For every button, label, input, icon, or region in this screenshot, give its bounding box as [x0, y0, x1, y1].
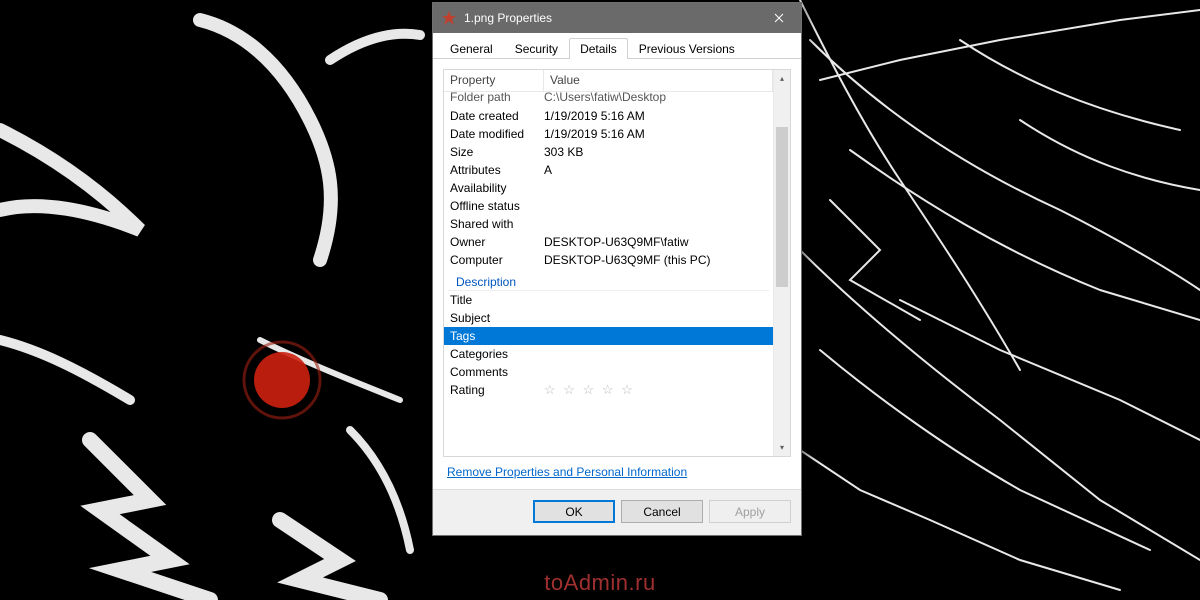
property-row[interactable]: Shared with: [444, 215, 773, 233]
property-row[interactable]: OwnerDESKTOP-U63Q9MF\fatiw: [444, 233, 773, 251]
watermark-text: toAdmin.ru: [544, 570, 655, 596]
property-name: Tags: [450, 327, 544, 345]
close-button[interactable]: [756, 3, 801, 33]
property-value: DESKTOP-U63Q9MF (this PC): [544, 251, 767, 269]
file-icon: [441, 10, 457, 26]
property-value: A: [544, 161, 767, 179]
cancel-button[interactable]: Cancel: [621, 500, 703, 523]
apply-button[interactable]: Apply: [709, 500, 791, 523]
property-name: Owner: [450, 233, 544, 251]
window-title: 1.png Properties: [464, 11, 756, 25]
property-row[interactable]: Title: [444, 291, 773, 309]
tab-strip: General Security Details Previous Versio…: [433, 33, 801, 59]
vertical-scrollbar[interactable]: ▴ ▾: [773, 70, 790, 456]
property-list-container: Property Value Folder pathC:\Users\fatiw…: [443, 69, 791, 457]
property-value: [544, 327, 767, 345]
property-name: Shared with: [450, 215, 544, 233]
property-value: [544, 179, 767, 197]
property-row[interactable]: AttributesA: [444, 161, 773, 179]
header-value[interactable]: Value: [544, 70, 773, 91]
tab-previous-versions[interactable]: Previous Versions: [628, 38, 746, 59]
section-description: Description: [448, 271, 769, 291]
property-row[interactable]: Comments: [444, 363, 773, 381]
property-name: Comments: [450, 363, 544, 381]
property-name: Rating: [450, 381, 544, 399]
property-value: 303 KB: [544, 143, 767, 161]
scroll-thumb[interactable]: [776, 127, 788, 287]
tab-content: Property Value Folder pathC:\Users\fatiw…: [433, 59, 801, 489]
property-row[interactable]: ComputerDESKTOP-U63Q9MF (this PC): [444, 251, 773, 269]
tab-security[interactable]: Security: [504, 38, 569, 59]
titlebar[interactable]: 1.png Properties: [433, 3, 801, 33]
property-name: Categories: [450, 345, 544, 363]
remove-properties-link[interactable]: Remove Properties and Personal Informati…: [447, 465, 687, 479]
list-header: Property Value: [444, 70, 773, 92]
property-value: ☆ ☆ ☆ ☆ ☆: [544, 381, 767, 399]
rating-stars[interactable]: ☆ ☆ ☆ ☆ ☆: [544, 382, 635, 397]
property-value: [544, 345, 767, 363]
property-value: [544, 309, 767, 327]
property-list[interactable]: Property Value Folder pathC:\Users\fatiw…: [444, 70, 773, 456]
property-name: Offline status: [450, 197, 544, 215]
property-name: Availability: [450, 179, 544, 197]
tab-general[interactable]: General: [439, 38, 504, 59]
property-value: 1/19/2019 5:16 AM: [544, 125, 767, 143]
property-row[interactable]: Folder pathC:\Users\fatiw\Desktop: [444, 92, 773, 107]
property-row[interactable]: Availability: [444, 179, 773, 197]
property-name: Attributes: [450, 161, 544, 179]
property-value: C:\Users\fatiw\Desktop: [544, 92, 767, 107]
dialog-buttons: OK Cancel Apply: [433, 489, 801, 535]
header-property[interactable]: Property: [444, 70, 544, 91]
scroll-down-icon[interactable]: ▾: [774, 439, 790, 456]
property-value: DESKTOP-U63Q9MF\fatiw: [544, 233, 767, 251]
property-name: Folder path: [450, 92, 544, 107]
property-row[interactable]: Subject: [444, 309, 773, 327]
property-value: [544, 363, 767, 381]
property-value: [544, 197, 767, 215]
property-row[interactable]: Date modified1/19/2019 5:16 AM: [444, 125, 773, 143]
tab-details[interactable]: Details: [569, 38, 628, 59]
scroll-up-icon[interactable]: ▴: [774, 70, 790, 87]
property-name: Computer: [450, 251, 544, 269]
property-row[interactable]: Rating☆ ☆ ☆ ☆ ☆: [444, 381, 773, 399]
property-value: 1/19/2019 5:16 AM: [544, 107, 767, 125]
property-row[interactable]: Tags: [444, 327, 773, 345]
property-name: Title: [450, 291, 544, 309]
property-row[interactable]: Offline status: [444, 197, 773, 215]
property-row[interactable]: Date created1/19/2019 5:16 AM: [444, 107, 773, 125]
property-name: Date modified: [450, 125, 544, 143]
property-name: Date created: [450, 107, 544, 125]
property-name: Subject: [450, 309, 544, 327]
property-row[interactable]: Size303 KB: [444, 143, 773, 161]
scroll-track[interactable]: [774, 87, 790, 439]
property-name: Size: [450, 143, 544, 161]
properties-dialog: 1.png Properties General Security Detail…: [432, 2, 802, 536]
property-row[interactable]: Categories: [444, 345, 773, 363]
property-value: [544, 291, 767, 309]
property-value: [544, 215, 767, 233]
ok-button[interactable]: OK: [533, 500, 615, 523]
